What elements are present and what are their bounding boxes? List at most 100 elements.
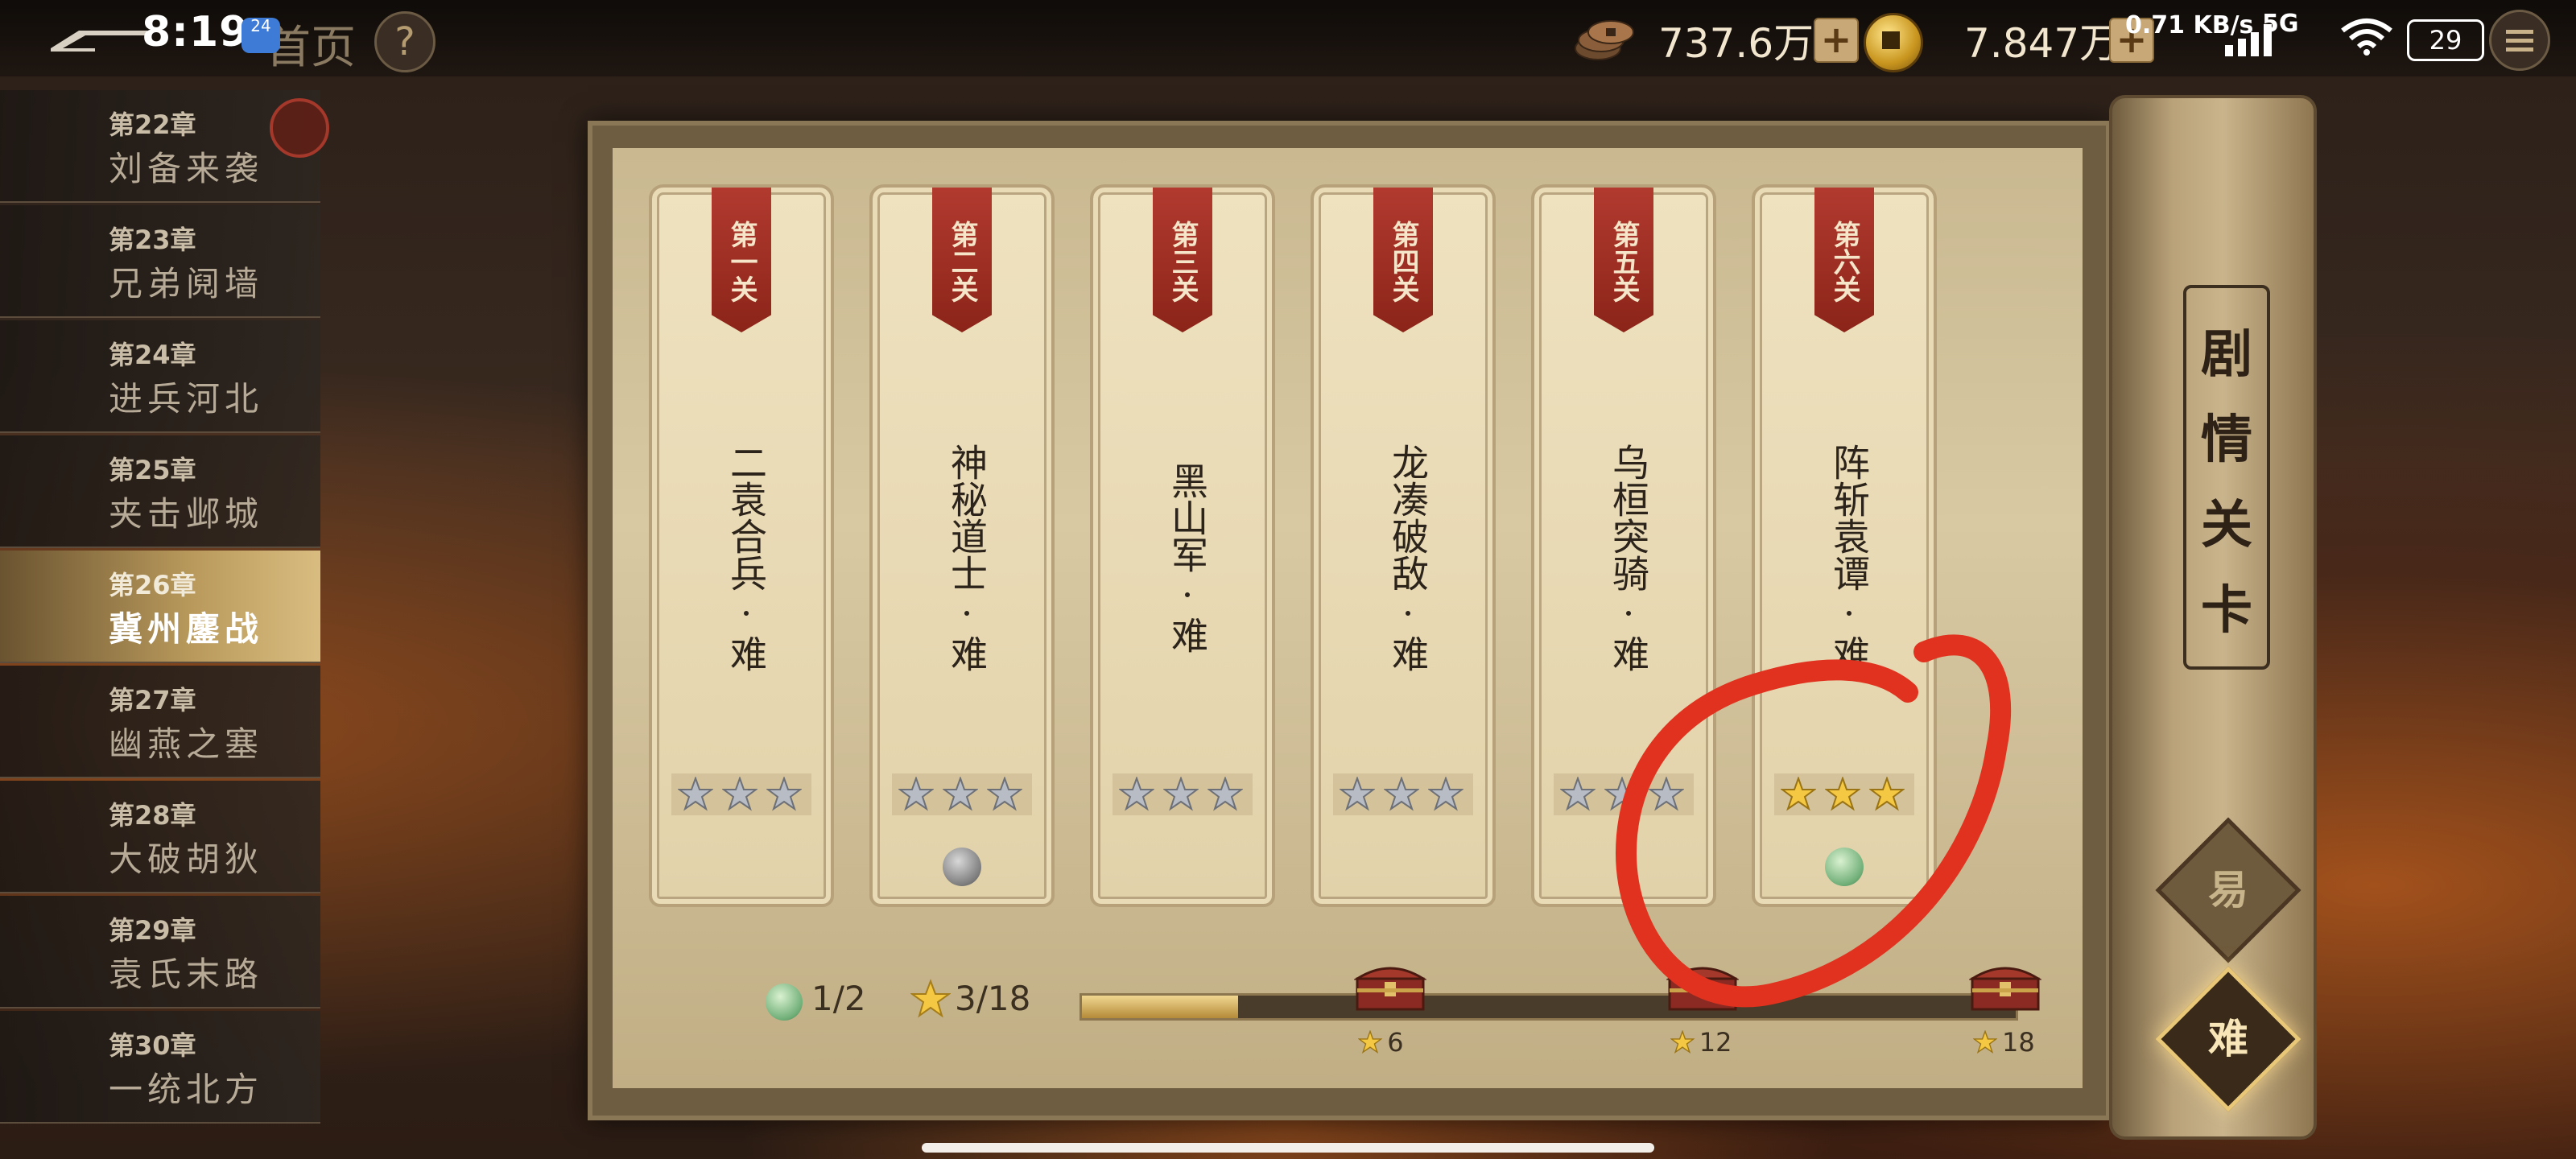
stage-card[interactable]: 第六关阵斩袁谭·难 xyxy=(1752,184,1937,907)
chapter-number: 第28章 xyxy=(109,800,196,831)
star-progress: 1/2 3/18 6 12 18 xyxy=(633,937,2103,1058)
treasure-chest-icon[interactable] xyxy=(1354,961,1427,1013)
wifi-icon xyxy=(2341,19,2392,56)
back-arrow-icon[interactable] xyxy=(47,24,151,56)
star-silver-icon xyxy=(678,777,713,811)
stage-ribbon: 第一关 xyxy=(712,188,771,332)
star-gold-icon xyxy=(1869,777,1905,811)
stage-board-inner: 第一关 二袁合兵·难 第二关 神秘道士·难 第三关 黑山军·难 第四关 龙凑破敌·难 第五关 乌桓… xyxy=(613,148,2083,1088)
chapter-item[interactable]: 第29章袁氏末路 xyxy=(0,896,320,1008)
chapter-title: 夹击邺城 xyxy=(109,494,264,534)
chapter-sidebar: 第22章 刘备来袭 第23章 兄弟阋墙第24章进兵河北第25章夹击邺城第26章冀州鏖战… xyxy=(0,90,329,1126)
star-silver-icon xyxy=(1119,777,1154,811)
chapter-item[interactable]: 第23章 兄弟阋墙 xyxy=(0,205,320,318)
chapter-number: 第26章 xyxy=(109,570,196,600)
star-silver-icon xyxy=(766,777,802,811)
spine-title: 剧情关卡 xyxy=(2201,324,2252,641)
star-gold-icon xyxy=(1825,777,1860,811)
progress-fill xyxy=(1082,996,1238,1018)
milestone-label: 12 xyxy=(1670,1027,1732,1058)
stage-stars xyxy=(892,773,1032,815)
network-5g: 5G xyxy=(2262,10,2299,38)
chapter-title: 一统北方 xyxy=(109,1070,264,1109)
status-time: 8:19 xyxy=(142,8,250,56)
star-silver-icon xyxy=(1560,777,1596,811)
treasure-chest-icon[interactable] xyxy=(1969,961,2041,1013)
chapter-number: 第29章 xyxy=(109,915,196,946)
stage-ribbon: 第二关 xyxy=(932,188,992,332)
stage-card[interactable]: 第一关二袁合兵·难 xyxy=(649,184,834,907)
milestone-label: 18 xyxy=(1972,1027,2035,1058)
chapter-item[interactable]: 第24章进兵河北 xyxy=(0,320,320,433)
stage-stars xyxy=(1333,773,1473,815)
chapter-item[interactable]: 第30章一统北方 xyxy=(0,1011,320,1124)
add-copper-button[interactable]: + xyxy=(1814,18,1859,63)
orb-count: 1/2 xyxy=(811,979,866,1018)
home-indicator[interactable] xyxy=(922,1143,1654,1153)
star-silver-icon xyxy=(1340,777,1375,811)
stage-stars xyxy=(1113,773,1253,815)
stage-ribbon: 第四关 xyxy=(1373,188,1433,332)
star-silver-icon xyxy=(722,777,758,811)
stage-name: 二袁合兵·难 xyxy=(724,443,768,672)
star-silver-icon xyxy=(1384,777,1419,811)
milestone-label: 6 xyxy=(1357,1027,1404,1058)
copper-coins-icon xyxy=(1575,20,1634,60)
milestone-value: 12 xyxy=(1699,1027,1732,1058)
chapter-item[interactable]: 第25章夹击邺城 xyxy=(0,435,320,548)
star-icon xyxy=(910,979,951,1018)
notification-badge: 24 xyxy=(242,18,280,53)
stage-name: 乌桓突骑·难 xyxy=(1607,443,1650,672)
milestone-star-icon xyxy=(1972,1029,1998,1054)
chapter-title: 大破胡狄 xyxy=(109,839,264,879)
silver-orb-icon xyxy=(943,848,981,886)
stage-name: 阵斩袁谭·难 xyxy=(1827,443,1871,672)
stage-name: 龙凑破敌·难 xyxy=(1386,443,1430,672)
stage-board: 第一关 二袁合兵·难 第二关 神秘道士·难 第三关 黑山军·难 第四关 龙凑破敌·难 第五关 乌桓… xyxy=(588,121,2111,1120)
chapter-title: 进兵河北 xyxy=(109,379,264,419)
stage-card[interactable]: 第三关黑山军·难 xyxy=(1090,184,1275,907)
chapter-number: 第24章 xyxy=(109,340,196,370)
milestone-star-icon xyxy=(1357,1029,1383,1054)
stage-name: 黑山军·难 xyxy=(1166,462,1209,654)
chapter-number: 第27章 xyxy=(109,685,196,716)
difficulty-easy-button[interactable]: 易 xyxy=(2155,817,2301,963)
stage-ribbon: 第三关 xyxy=(1153,188,1212,332)
scroll-spine: 剧情关卡 易 难 xyxy=(2109,95,2317,1140)
chapter-number: 第30章 xyxy=(109,1030,196,1061)
stage-ribbon: 第六关 xyxy=(1814,188,1874,332)
copper-value: 737.6万 xyxy=(1658,20,1814,67)
help-button[interactable]: ? xyxy=(374,11,436,72)
progress-track xyxy=(1080,993,2018,1021)
star-silver-icon xyxy=(1208,777,1243,811)
milestone-star-icon xyxy=(1670,1029,1695,1054)
stage-card[interactable]: 第五关 乌桓突骑·难 xyxy=(1531,184,1716,907)
star-silver-icon xyxy=(1649,777,1684,811)
chapter-title: 刘备来袭 xyxy=(109,149,264,188)
chapter-item[interactable]: 第28章大破胡狄 xyxy=(0,781,320,893)
menu-button[interactable] xyxy=(2489,10,2550,71)
chapter-number: 第25章 xyxy=(109,455,196,485)
gold-value: 7.847万 xyxy=(1964,20,2120,67)
chapter-item[interactable]: 第22章 刘备来袭 xyxy=(0,90,329,203)
stage-name: 神秘道士·难 xyxy=(945,443,989,672)
treasure-chest-icon[interactable] xyxy=(1666,961,1739,1013)
jade-orb-icon xyxy=(1825,848,1864,886)
stage-card[interactable]: 第四关龙凑破敌·难 xyxy=(1311,184,1496,907)
star-silver-icon xyxy=(943,777,978,811)
jade-orb-icon xyxy=(766,984,803,1021)
chapter-title: 冀州鏖战 xyxy=(109,609,264,649)
top-bar: 首页 8:19 24 ? 737.6万 + 7.847万 + 0.71 KB/s… xyxy=(0,0,2576,76)
chapter-number: 第23章 xyxy=(109,225,196,255)
star-count: 3/18 xyxy=(955,979,1031,1018)
stage-card[interactable]: 第二关神秘道士·难 xyxy=(869,184,1055,907)
star-silver-icon xyxy=(1163,777,1199,811)
difficulty-easy-label: 易 xyxy=(2208,866,2248,914)
chapter-title: 幽燕之塞 xyxy=(109,724,264,764)
chapter-title: 袁氏末路 xyxy=(109,955,264,994)
milestone-value: 6 xyxy=(1387,1027,1404,1058)
battery-indicator: 29 xyxy=(2407,19,2484,61)
chapter-item[interactable]: 第27章幽燕之塞 xyxy=(0,666,320,778)
chapter-item[interactable]: 第26章冀州鏖战 xyxy=(0,551,320,663)
difficulty-hard-button[interactable]: 难 xyxy=(2155,966,2301,1112)
